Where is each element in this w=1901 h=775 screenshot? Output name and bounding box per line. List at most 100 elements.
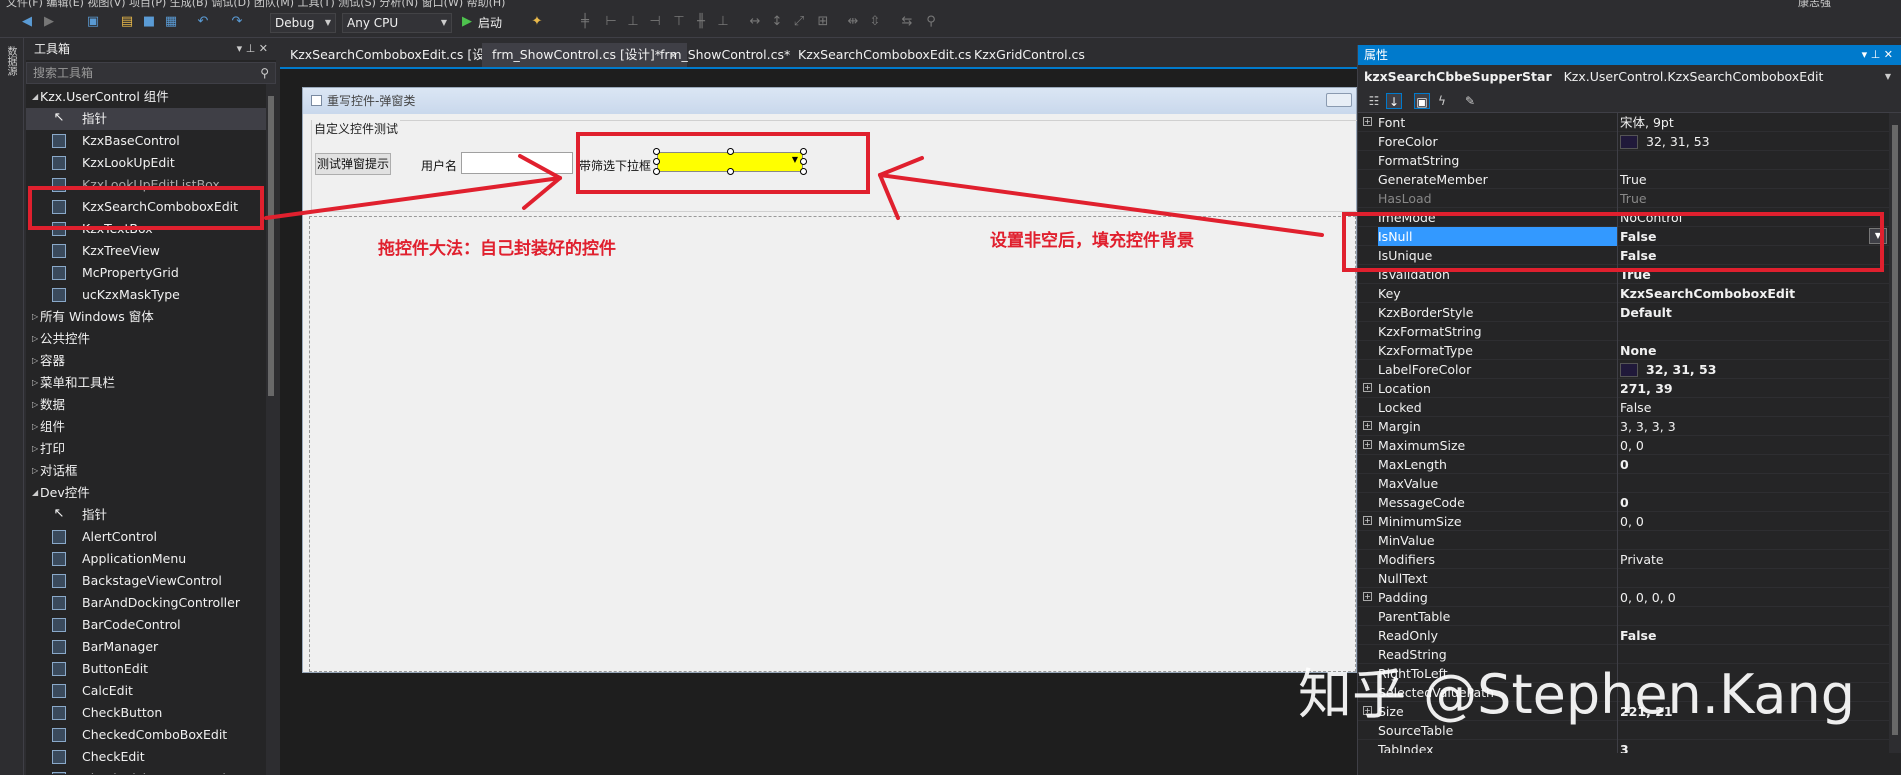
forward-icon[interactable]: ▶ xyxy=(42,15,56,29)
alphabetical-icon[interactable]: ↓ xyxy=(1386,93,1402,109)
chevron-down-icon[interactable]: ▼ xyxy=(1885,65,1891,89)
panel-controls[interactable]: ▾ ⊥ ✕ xyxy=(237,38,268,60)
toolbox-category[interactable]: ▷ 公共控件 xyxy=(26,328,276,350)
property-row[interactable]: ReadOnly False xyxy=(1358,626,1901,645)
toolbox-item[interactable]: BarCodeControl xyxy=(26,614,276,636)
property-value-cell[interactable]: True xyxy=(1620,189,1647,208)
tab-order-icon[interactable]: ⇆ xyxy=(900,15,914,29)
property-name[interactable]: ForeColor xyxy=(1378,132,1618,151)
property-value-cell[interactable]: False xyxy=(1620,398,1651,417)
events-icon[interactable]: ϟ xyxy=(1434,93,1450,109)
property-row[interactable]: FormatString xyxy=(1358,151,1901,170)
property-name[interactable]: MaximumSize xyxy=(1378,436,1618,455)
property-value-cell[interactable]: Default xyxy=(1620,303,1672,322)
test-popup-button[interactable]: 测试弹窗提示 xyxy=(315,153,391,175)
property-row[interactable]: Locked False xyxy=(1358,398,1901,417)
property-row[interactable]: + Margin 3, 3, 3, 3 xyxy=(1358,417,1901,436)
toolbox-item[interactable]: KzxTreeView xyxy=(26,240,276,262)
open-file-icon[interactable]: ▤ xyxy=(120,15,134,29)
expand-arrow-icon[interactable]: ▷ xyxy=(32,416,38,438)
property-name[interactable]: Key xyxy=(1378,284,1618,303)
property-row[interactable]: NullText xyxy=(1358,569,1901,588)
property-name[interactable]: LabelForeColor xyxy=(1378,360,1618,379)
undo-icon[interactable]: ↶ xyxy=(196,15,210,29)
property-value-cell[interactable]: 32, 31, 53 xyxy=(1620,132,1710,151)
form-titlebar[interactable]: 重写控件-弹窗类 xyxy=(303,88,1356,114)
menu-items[interactable]: 文件(F) 编辑(E) 视图(V) 项目(P) 生成(B) 调试(D) 团队(M… xyxy=(6,0,505,8)
server-explorer-strip[interactable]: 数据源 xyxy=(0,38,24,775)
minimize-button[interactable] xyxy=(1326,93,1352,107)
align-middle-icon[interactable]: ╫ xyxy=(694,15,708,29)
username-input[interactable] xyxy=(461,152,573,174)
toolbox-item[interactable]: ucKzxMaskType xyxy=(26,284,276,306)
property-row[interactable]: + Padding 0, 0, 0, 0 xyxy=(1358,588,1901,607)
user-name[interactable]: 康志强 xyxy=(1798,0,1831,8)
toolbox-category[interactable]: ◢ Kzx.UserControl 组件 xyxy=(26,86,276,108)
expand-arrow-icon[interactable]: ▷ xyxy=(32,306,38,328)
toolbox-item[interactable]: CalcEdit xyxy=(26,680,276,702)
expand-icon[interactable]: + xyxy=(1363,383,1372,392)
toolbox-category[interactable]: ▷ 容器 xyxy=(26,350,276,372)
toolbox-category[interactable]: ▷ 组件 xyxy=(26,416,276,438)
expand-arrow-icon[interactable]: ▷ xyxy=(32,438,38,460)
save-icon[interactable]: ■ xyxy=(142,15,156,29)
toolbox-item[interactable]: CheckedListBoxControl xyxy=(26,768,276,774)
toolbox-category[interactable]: ▷ 对话框 xyxy=(26,460,276,482)
property-row[interactable]: + MaximumSize 0, 0 xyxy=(1358,436,1901,455)
config-select[interactable]: Debug ▼ xyxy=(270,13,336,33)
size-height-icon[interactable]: ↕ xyxy=(770,15,784,29)
property-value-cell[interactable]: False xyxy=(1620,626,1656,645)
property-value-cell[interactable]: 0 xyxy=(1620,493,1629,512)
toolbox-category[interactable]: ▷ 菜单和工具栏 xyxy=(26,372,276,394)
align-center-icon[interactable]: ⊥ xyxy=(626,15,640,29)
property-row[interactable]: LabelForeColor 32, 31, 53 xyxy=(1358,360,1901,379)
property-value-cell[interactable]: 宋体, 9pt xyxy=(1620,113,1674,132)
back-icon[interactable]: ◀ xyxy=(20,15,34,29)
property-value-cell[interactable]: 3 xyxy=(1620,740,1629,753)
toolbox-item[interactable]: ApplicationMenu xyxy=(26,548,276,570)
start-icon[interactable]: ▶ xyxy=(460,15,474,29)
property-row[interactable]: MinValue xyxy=(1358,531,1901,550)
expand-arrow-icon[interactable]: ▷ xyxy=(32,350,38,372)
new-project-icon[interactable]: ▣ xyxy=(86,15,100,29)
property-name[interactable]: Padding xyxy=(1378,588,1618,607)
expand-icon[interactable]: + xyxy=(1363,516,1372,525)
property-name[interactable]: MinValue xyxy=(1378,531,1618,550)
property-value-cell[interactable]: 0 xyxy=(1620,455,1629,474)
document-tab[interactable]: frm_ShowControl.cs* xyxy=(650,43,800,67)
document-tab[interactable]: KzxSearchComboboxEdit.cs [设计] xyxy=(280,43,512,67)
start-button[interactable]: 启动 xyxy=(478,14,502,31)
expand-icon[interactable]: + xyxy=(1363,440,1372,449)
align-left-icon[interactable]: ⊢ xyxy=(604,15,618,29)
toolbox-category[interactable]: ◢ Dev控件 xyxy=(26,482,276,504)
property-value-cell[interactable]: KzxSearchComboboxEdit xyxy=(1620,284,1795,303)
property-name[interactable]: TabIndex xyxy=(1378,740,1618,753)
expand-icon[interactable]: + xyxy=(1363,117,1372,126)
toolbox-item[interactable]: CheckEdit xyxy=(26,746,276,768)
toolbox-category[interactable]: ▷ 所有 Windows 窗体 xyxy=(26,306,276,328)
property-row[interactable]: KzxBorderStyle Default xyxy=(1358,303,1901,322)
expand-icon[interactable]: + xyxy=(1363,592,1372,601)
property-value-cell[interactable]: True xyxy=(1620,170,1647,189)
expand-arrow-icon[interactable]: ▷ xyxy=(32,328,38,350)
platform-select[interactable]: Any CPU ▼ xyxy=(342,13,452,33)
toolbox-item[interactable]: KzxLookUpEdit xyxy=(26,152,276,174)
property-row[interactable]: GenerateMember True xyxy=(1358,170,1901,189)
toolbox-search-input[interactable]: 搜索工具箱 ⚲ xyxy=(26,62,276,84)
property-row[interactable]: + Font 宋体, 9pt xyxy=(1358,113,1901,132)
property-row[interactable]: Modifiers Private xyxy=(1358,550,1901,569)
redo-icon[interactable]: ↷ xyxy=(230,15,244,29)
size-width-icon[interactable]: ↔ xyxy=(748,15,762,29)
panel-controls[interactable]: ▾ ⊥ ✕ xyxy=(1862,45,1893,65)
scroll-thumb[interactable] xyxy=(268,96,274,396)
align-bottom-icon[interactable]: ⊥ xyxy=(716,15,730,29)
property-name[interactable]: MessageCode xyxy=(1378,493,1618,512)
property-name[interactable]: Font xyxy=(1378,113,1618,132)
property-row[interactable]: + Location 271, 39 xyxy=(1358,379,1901,398)
toolbox-item[interactable]: ↖ 指针 xyxy=(26,504,276,526)
property-name[interactable]: KzxFormatType xyxy=(1378,341,1618,360)
object-selector[interactable]: kzxSearchCbbeSupperStar Kzx.UserControl.… xyxy=(1358,65,1901,89)
data-source-tab[interactable]: 数据源 xyxy=(5,46,18,76)
property-value-cell[interactable]: 0, 0, 0, 0 xyxy=(1620,588,1676,607)
property-name[interactable]: NullText xyxy=(1378,569,1618,588)
